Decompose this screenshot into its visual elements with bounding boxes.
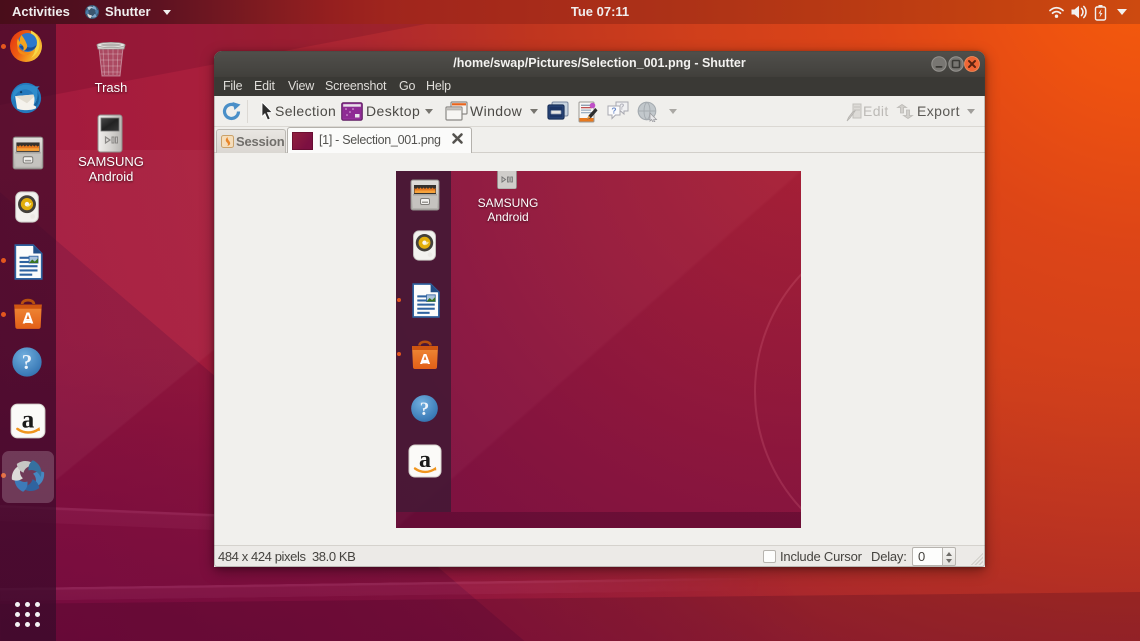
svg-text:A: A bbox=[22, 311, 34, 328]
svg-text:a: a bbox=[22, 405, 35, 433]
svg-text:?: ? bbox=[22, 351, 32, 374]
